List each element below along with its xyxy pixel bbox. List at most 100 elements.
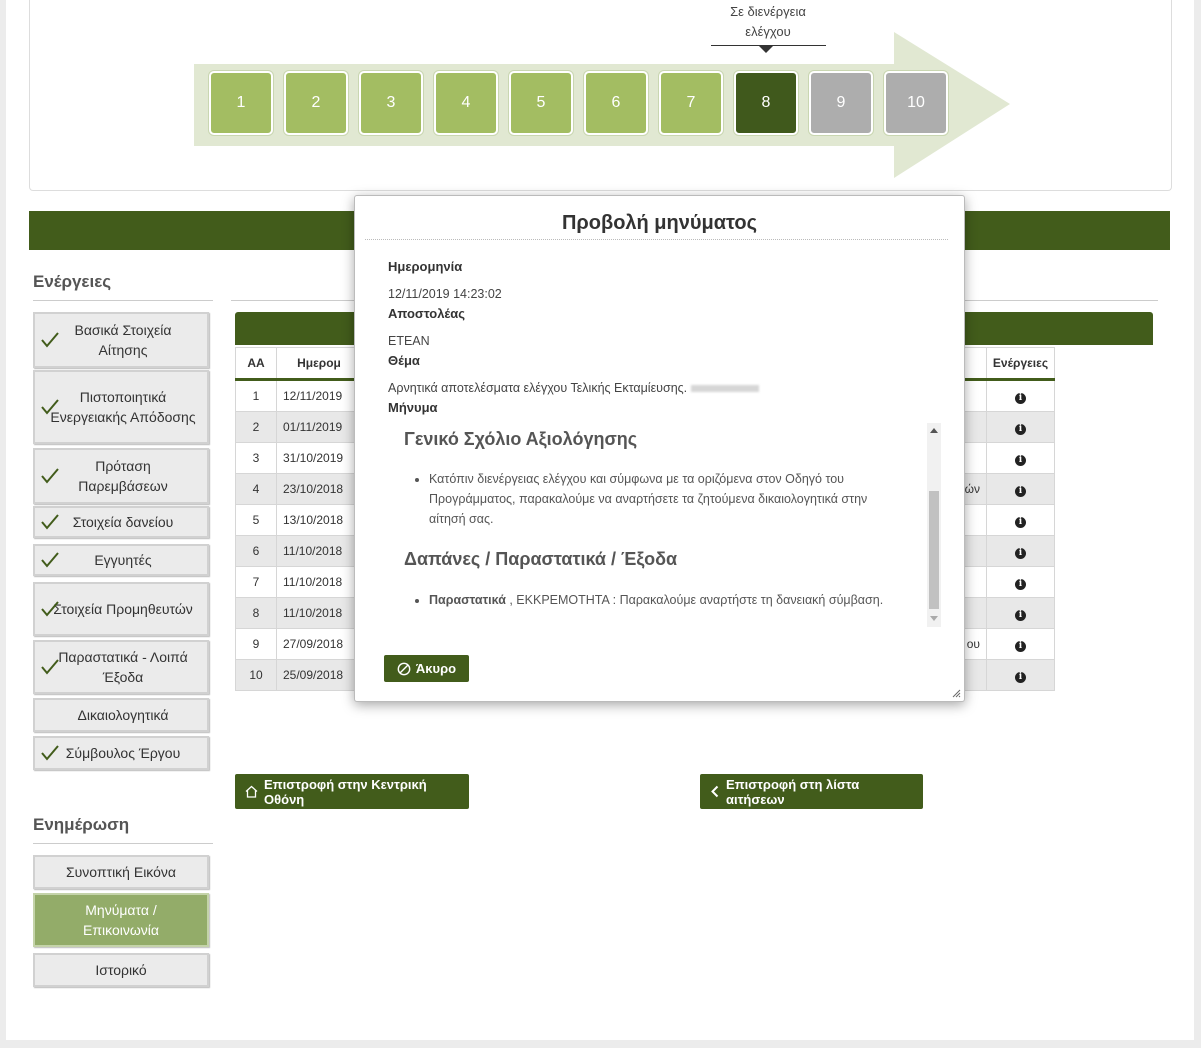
info-title: Ενημέρωση xyxy=(33,815,130,834)
cell-aa: 3 xyxy=(235,442,277,474)
actions-divider xyxy=(33,300,213,301)
info-icon[interactable]: i xyxy=(1015,454,1026,466)
sidebar-action-label: Παραστατικά - Λοιπά Έξοδα xyxy=(58,649,188,685)
home-button-label: Επιστροφή στην Κεντρική Οθόνη xyxy=(264,776,427,807)
cell-actions: i xyxy=(986,473,1055,505)
back-to-list-button[interactable]: Επιστροφή στη λίστα αιτήσεων xyxy=(700,774,923,809)
cell-actions: i xyxy=(986,442,1055,474)
scroll-thumb[interactable] xyxy=(929,491,939,609)
sender-value: ETEAN xyxy=(388,334,430,348)
message-modal: Προβολή μηνύματος Ημερομηνία 12/11/2019 … xyxy=(354,195,965,702)
sidebar-info-label: Ιστορικό xyxy=(95,962,147,978)
cell-aa: 7 xyxy=(235,566,277,598)
cell-date: 11/10/2018 xyxy=(276,566,356,598)
sidebar-action-label: Βασικά Στοιχεία Αίτησης xyxy=(74,322,172,358)
page: Σε διενέργεια ελέγχου 1 2 3 4 5 6 7 8 9 10 Ενέργε… xyxy=(6,0,1194,1040)
progress-step-2: 2 xyxy=(284,71,348,135)
sidebar-info-2[interactable]: Μηνύματα / Επικοινωνία xyxy=(33,893,209,947)
section-expenses-list: Παραστατικά , ΕΚΚΡΕΜΟΤΗΤΑ : Παρακαλούμε … xyxy=(404,590,929,610)
resize-handle-icon[interactable] xyxy=(952,689,961,698)
cell-actions: i xyxy=(986,597,1055,629)
cell-date: 11/10/2018 xyxy=(276,535,356,567)
expenses-item-text: , ΕΚΚΡΕΜΟΤΗΤΑ : Παρακαλούμε αναρτήστε τη… xyxy=(505,593,884,607)
cell-actions: i xyxy=(986,659,1055,691)
section-general-list: Κατόπιν διενέργειας ελέγχου και σύμφωνα … xyxy=(404,469,899,529)
info-icon[interactable]: i xyxy=(1015,485,1026,497)
modal-title: Προβολή μηνύματος xyxy=(561,212,758,234)
cell-actions: i xyxy=(986,535,1055,567)
cell-aa: 1 xyxy=(235,379,277,412)
cancel-button[interactable]: Άκυρο xyxy=(384,655,469,682)
progress-step-1: 1 xyxy=(209,71,273,135)
cell-date: 12/11/2019 xyxy=(276,379,356,412)
checkmark-icon xyxy=(41,601,59,617)
checkmark-icon xyxy=(41,659,59,675)
message-scrollbar[interactable] xyxy=(927,423,941,627)
cell-actions: i xyxy=(986,504,1055,536)
subject-value: Αρνητικά αποτελέσματα ελέγχου Τελικής Εκ… xyxy=(388,381,688,395)
sidebar-action-1[interactable]: Βασικά Στοιχεία Αίτησης xyxy=(33,312,209,368)
info-icon[interactable]: i xyxy=(1015,671,1026,683)
section-general-item: Κατόπιν διενέργειας ελέγχου και σύμφωνα … xyxy=(429,469,899,529)
caption-line-1: Σε διενέργεια xyxy=(730,4,806,19)
checkmark-icon xyxy=(41,399,59,415)
current-step-caption: Σε διενέργεια ελέγχου xyxy=(710,2,826,42)
sidebar-action-5[interactable]: Εγγυητές xyxy=(33,544,209,576)
cell-aa: 4 xyxy=(235,473,277,505)
date-label: Ημερομηνία xyxy=(388,259,463,274)
sidebar-action-3[interactable]: Πρόταση Παρεμβάσεων xyxy=(33,448,209,504)
back-to-list-label: Επιστροφή στη λίστα αιτήσεων xyxy=(726,776,860,807)
sidebar-action-label: Δικαιολογητικά xyxy=(77,707,169,723)
cell-aa: 5 xyxy=(235,504,277,536)
info-icon[interactable]: i xyxy=(1015,392,1026,404)
home-button[interactable]: Επιστροφή στην Κεντρική Οθόνη xyxy=(235,774,469,809)
progress-step-6: 6 xyxy=(584,71,648,135)
info-icon[interactable]: i xyxy=(1015,547,1026,559)
cell-aa: 9 xyxy=(235,628,277,660)
sidebar-action-8[interactable]: Δικαιολογητικά xyxy=(33,698,209,732)
info-icon[interactable]: i xyxy=(1015,423,1026,435)
cell-date: 13/10/2018 xyxy=(276,504,356,536)
sidebar-info-1[interactable]: Συνοπτική Εικόνα xyxy=(33,855,209,889)
sidebar-action-7[interactable]: Παραστατικά - Λοιπά Έξοδα xyxy=(33,640,209,694)
cell-aa: 8 xyxy=(235,597,277,629)
sidebar-action-2[interactable]: Πιστοποιητικά Ενεργειακής Απόδοσης xyxy=(33,370,209,444)
cell-date: 23/10/2018 xyxy=(276,473,356,505)
sidebar-action-9[interactable]: Σύμβουλος Έργου xyxy=(33,736,209,770)
progress-step-9: 9 xyxy=(809,71,873,135)
sidebar-action-4[interactable]: Στοιχεία δανείου xyxy=(33,506,209,538)
sidebar-info-label: Συνοπτική Εικόνα xyxy=(65,864,177,880)
checkmark-icon xyxy=(41,514,59,530)
section-expenses-title: Δαπάνες / Παραστατικά / Έξοδα xyxy=(404,549,678,569)
subject-label: Θέμα xyxy=(388,353,420,368)
sidebar-action-label: Πιστοποιητικά Ενεργειακής Απόδοσης xyxy=(50,389,196,425)
scroll-down-arrow[interactable] xyxy=(930,616,938,621)
checkmark-icon xyxy=(41,332,59,348)
info-icon[interactable]: i xyxy=(1015,609,1026,621)
checkmark-icon xyxy=(41,552,59,568)
chevron-left-icon xyxy=(710,785,720,798)
cell-actions: i xyxy=(986,379,1055,412)
progress-step-5: 5 xyxy=(509,71,573,135)
cell-date: 27/09/2018 xyxy=(276,628,356,660)
cell-aa: 10 xyxy=(235,659,277,691)
message-body[interactable]: Γενικό Σχόλιο Αξιολόγησης Κατόπιν διενέρ… xyxy=(391,423,941,627)
sidebar-action-label: Πρόταση Παρεμβάσεων xyxy=(78,458,168,494)
caption-pointer xyxy=(759,46,773,53)
sidebar-action-6[interactable]: Στοιχεία Προμηθευτών xyxy=(33,582,209,636)
sidebar-action-label: Σύμβουλος Έργου xyxy=(65,745,181,761)
message-label: Μήνυμα xyxy=(388,400,438,415)
cancel-button-label: Άκυρο xyxy=(415,661,457,676)
cell-aa: 2 xyxy=(235,411,277,443)
info-icon[interactable]: i xyxy=(1015,640,1026,652)
actions-title: Ενέργειες xyxy=(33,272,112,291)
cell-date: 25/09/2018 xyxy=(276,659,356,691)
progress-step-8: 8 xyxy=(734,71,798,135)
scroll-up-arrow[interactable] xyxy=(930,428,938,433)
cell-actions: i xyxy=(986,411,1055,443)
sidebar-info-3[interactable]: Ιστορικό xyxy=(33,953,209,987)
progress-step-3: 3 xyxy=(359,71,423,135)
info-icon[interactable]: i xyxy=(1015,516,1026,528)
ban-icon xyxy=(397,662,411,676)
info-icon[interactable]: i xyxy=(1015,578,1026,590)
